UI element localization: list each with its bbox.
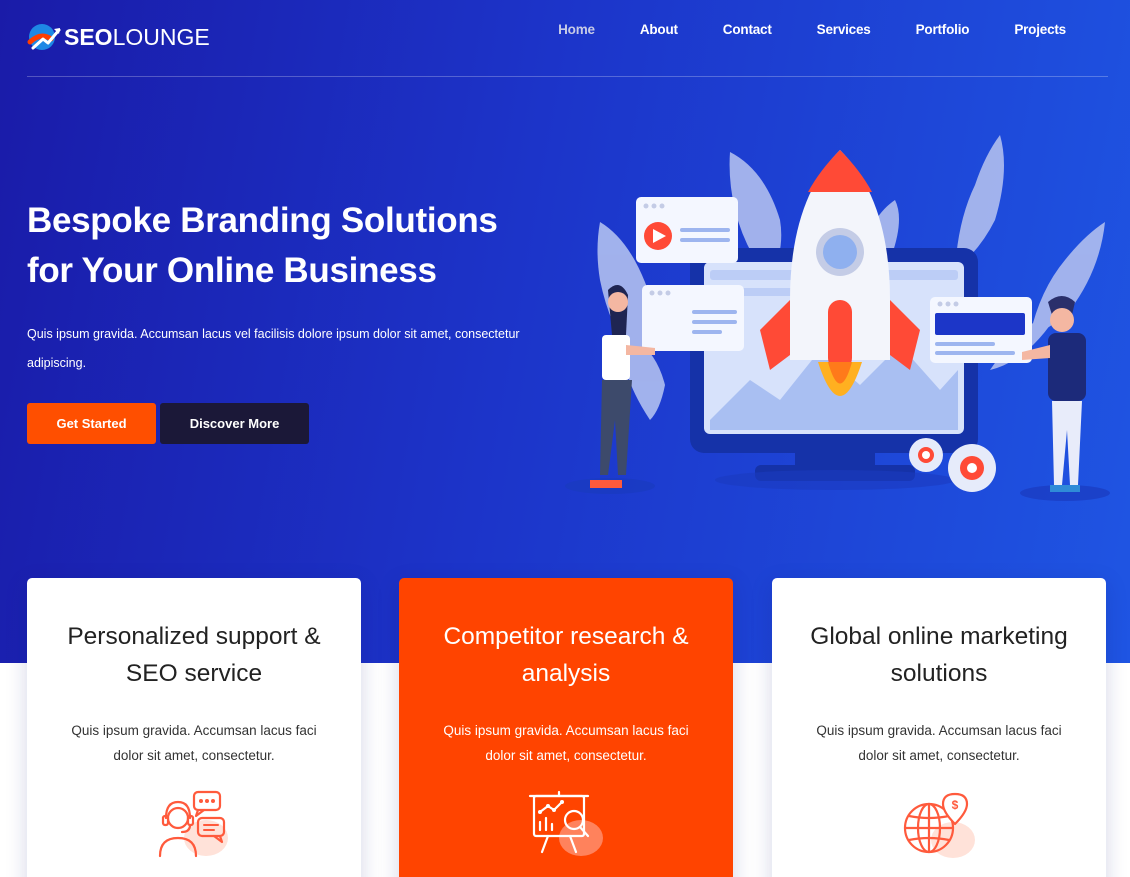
hero-section: SEOLOUNGE Home About Contact Services Po… <box>0 0 1130 663</box>
nav-portfolio[interactable]: Portfolio <box>916 22 970 37</box>
card-description: Quis ipsum gravida. Accumsan lacus faci … <box>816 723 1062 763</box>
hero-title-line-2: for Your Online Business <box>27 251 437 290</box>
card-title: Personalized support & SEO service <box>67 623 321 687</box>
card-description: Quis ipsum gravida. Accumsan lacus faci … <box>443 723 689 763</box>
card-description: Quis ipsum gravida. Accumsan lacus faci … <box>71 723 317 763</box>
logo[interactable]: SEOLOUNGE <box>27 20 210 54</box>
logo-text: SEOLOUNGE <box>64 23 210 50</box>
hero-title: Bespoke Branding Solutions for Your Onli… <box>27 196 567 296</box>
feature-card-global-marketing[interactable]: Global online marketing solutions Quis i… <box>772 578 1106 877</box>
hero-title-line-1: Bespoke Branding Solutions <box>27 201 498 240</box>
feature-card-competitor-research[interactable]: Competitor research & analysis Quis ipsu… <box>399 578 733 877</box>
svg-text:$: $ <box>952 798 959 812</box>
nav-contact[interactable]: Contact <box>723 22 772 37</box>
logo-mark-icon <box>27 24 61 50</box>
card-title: Competitor research & analysis <box>443 623 689 687</box>
nav-projects[interactable]: Projects <box>1014 22 1066 37</box>
main-nav: Home About Contact Services Portfolio Pr… <box>513 22 1066 37</box>
customer-support-icon <box>158 790 228 858</box>
get-started-button[interactable]: Get Started <box>27 403 156 444</box>
nav-about[interactable]: About <box>640 22 678 37</box>
nav-services[interactable]: Services <box>817 22 871 37</box>
nav-home[interactable]: Home <box>558 22 595 37</box>
rocket-launch-illustration <box>565 135 1110 501</box>
feature-card-support[interactable]: Personalized support & SEO service Quis … <box>27 578 361 877</box>
presentation-analysis-icon <box>528 790 603 856</box>
discover-more-button[interactable]: Discover More <box>160 403 309 444</box>
hero-description: Quis ipsum gravida. Accumsan lacus vel f… <box>27 327 520 370</box>
card-title: Global online marketing solutions <box>810 623 1068 687</box>
global-money-icon: $ <box>903 792 975 858</box>
navbar: SEOLOUNGE Home About Contact Services Po… <box>27 0 1108 77</box>
